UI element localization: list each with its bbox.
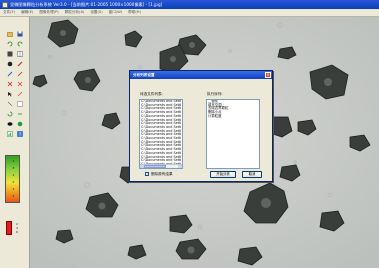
- red-indicator-labels: 2 4 6: [16, 222, 24, 234]
- flip-icon[interactable]: [17, 111, 23, 117]
- ellipse-icon[interactable]: [7, 121, 13, 127]
- colorbar-label: 6: [12, 160, 15, 163]
- left-toolbar: ? 6 8 4 0 5 5 2 4 6: [0, 17, 30, 268]
- window-titlebar: 显微图像颗粒分析系统 Ver3.0 - [当前图片:01-2005 1000×1…: [0, 0, 379, 9]
- list-item[interactable]: 计算粒度: [207, 114, 259, 119]
- color-icon[interactable]: [17, 121, 23, 127]
- analysis-list-dialog: 分析列表设置 × 待选文件列表: 执行序列: C:\Documents and …: [129, 70, 273, 182]
- line-icon[interactable]: [17, 71, 23, 77]
- pointer-icon[interactable]: [7, 91, 13, 97]
- pencil-icon[interactable]: [7, 71, 13, 77]
- erase-icon[interactable]: [17, 81, 23, 87]
- crop-icon[interactable]: [7, 101, 13, 107]
- delete-results-label: 删除原有结果: [151, 172, 173, 176]
- menubar: 文件(F) 编辑(E) 图像处理(P) 颗粒分析(A) 设置(S) 窗口(W) …: [0, 9, 379, 17]
- svg-text:?: ?: [19, 132, 21, 137]
- rotate-icon[interactable]: [7, 111, 13, 117]
- colorbar-label: 5: [12, 195, 15, 198]
- red-label: 6: [16, 230, 18, 234]
- colorbar-label: 8: [12, 167, 15, 170]
- dialog-titlebar: 分析列表设置: [130, 71, 272, 79]
- measure-icon[interactable]: [17, 91, 23, 97]
- open-icon[interactable]: [7, 31, 13, 37]
- colorbar-label: 4: [12, 174, 15, 177]
- menu-image-processing[interactable]: 图像处理(P): [39, 10, 58, 15]
- threshold-icon[interactable]: [7, 61, 13, 67]
- file-listbox[interactable]: C:\Documents and Setti C:\Documents and …: [139, 99, 183, 169]
- help-icon[interactable]: ?: [17, 131, 23, 137]
- app-icon: [2, 1, 8, 8]
- menu-window[interactable]: 窗口(W): [109, 10, 123, 15]
- start-analysis-button[interactable]: 开始分析: [210, 171, 236, 178]
- file-list-heading: 待选文件列表:: [140, 92, 163, 96]
- delete-results-checkbox[interactable]: ✓: [145, 172, 149, 176]
- close-icon[interactable]: ×: [265, 72, 271, 78]
- dialog-title: 分析列表设置: [133, 72, 155, 77]
- menu-particle-analysis[interactable]: 颗粒分析(A): [65, 10, 85, 15]
- save-icon[interactable]: [17, 31, 23, 37]
- brush-icon[interactable]: [17, 61, 23, 67]
- sequence-heading: 执行序列:: [207, 92, 223, 96]
- scroll-right-icon[interactable]: [178, 165, 182, 168]
- chart-icon[interactable]: [7, 131, 13, 137]
- redo-icon[interactable]: [17, 41, 23, 47]
- red-indicator-bar: [6, 221, 12, 235]
- fill-icon[interactable]: [7, 51, 13, 57]
- color-scale-bar: 6 8 4 0 5 5: [5, 155, 20, 203]
- grid-icon[interactable]: [17, 51, 23, 57]
- delete-icon[interactable]: [7, 81, 13, 87]
- zoom-in-icon[interactable]: [17, 101, 23, 107]
- sequence-listbox[interactable]: 二值化 填充空洞 去除边界颗粒 删除小点 计算粒度: [206, 99, 260, 169]
- menu-help[interactable]: 帮助(H): [128, 10, 141, 15]
- undo-icon[interactable]: [7, 41, 13, 47]
- menu-edit[interactable]: 编辑(E): [21, 10, 33, 15]
- colorbar-label: 0: [12, 181, 15, 184]
- cancel-button[interactable]: 取消: [242, 171, 262, 178]
- colorbar-label: 5: [12, 188, 15, 191]
- scrollbar-thumb[interactable]: [144, 165, 166, 168]
- menu-file[interactable]: 文件(F): [3, 10, 15, 15]
- window-title: 显微图像颗粒分析系统 Ver3.0 - [当前图片:01-2005 1000×1…: [10, 1, 163, 7]
- menu-settings[interactable]: 设置(S): [90, 10, 102, 15]
- horizontal-scrollbar[interactable]: [140, 164, 182, 168]
